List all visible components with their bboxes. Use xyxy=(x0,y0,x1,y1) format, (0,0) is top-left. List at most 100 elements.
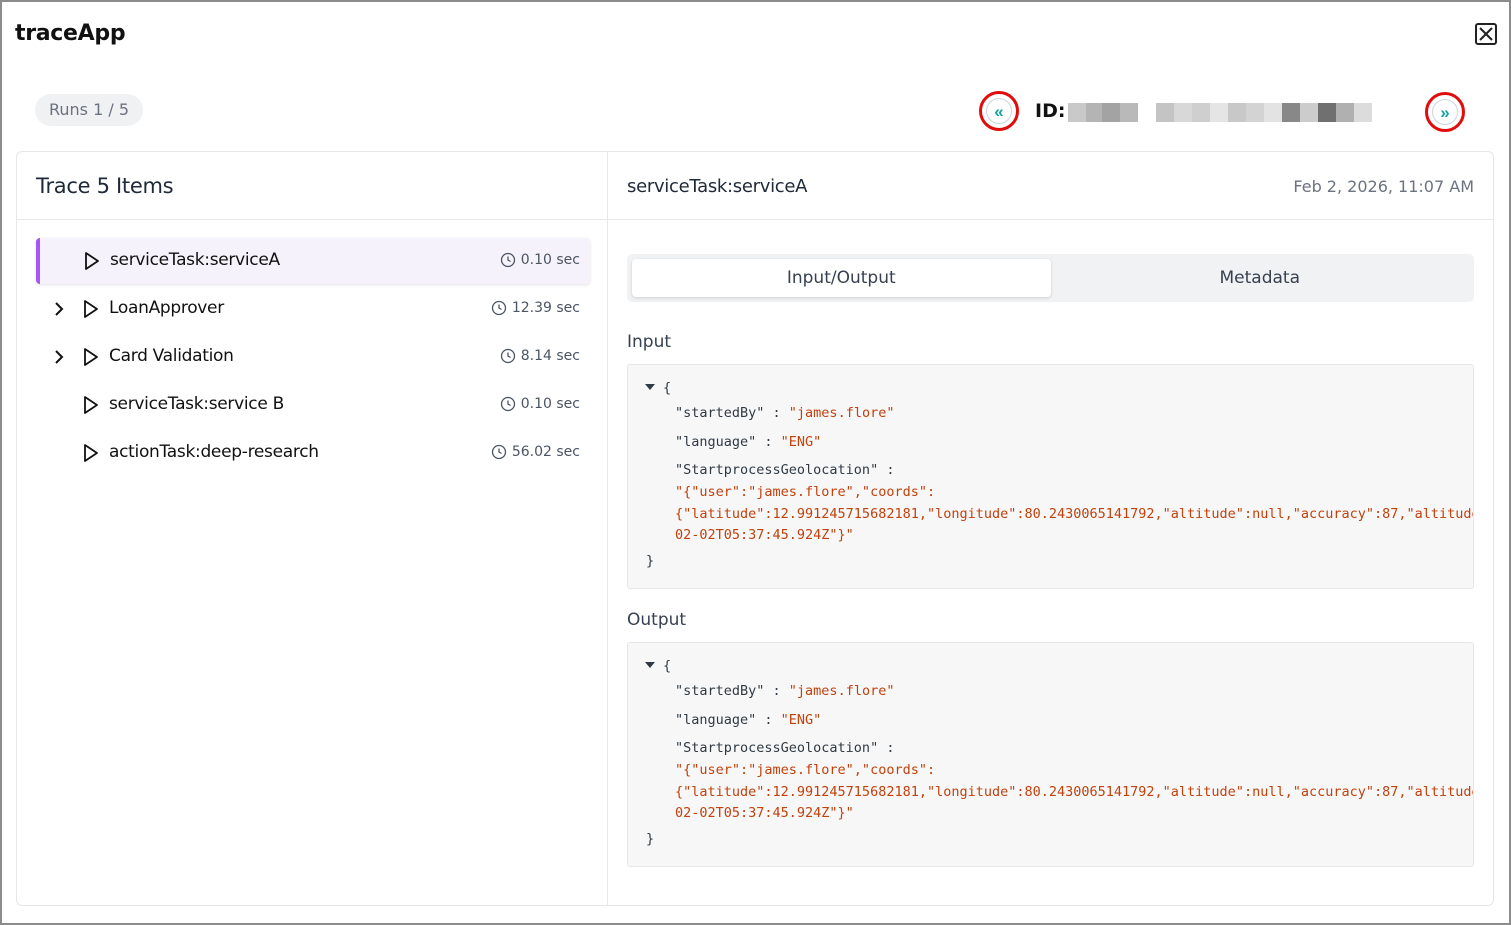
detail-pane: serviceTask:serviceA Feb 2, 2026, 11:07 … xyxy=(608,152,1493,905)
trace-item-duration: 8.14 sec xyxy=(500,348,580,364)
redaction-block xyxy=(1228,103,1246,122)
duration-text: 8.14 sec xyxy=(520,348,580,364)
json-key: "startedBy" xyxy=(675,683,765,699)
chevron-right-icon[interactable] xyxy=(52,300,66,318)
json-value: "james.flore" xyxy=(788,683,895,699)
clock-icon xyxy=(500,348,516,364)
redaction-block xyxy=(1192,103,1210,122)
trace-item[interactable]: LoanApprover 12.39 sec xyxy=(36,286,590,332)
tab-metadata[interactable]: Metadata xyxy=(1051,259,1470,297)
clock-icon xyxy=(500,396,516,412)
json-entry: "language" : "ENG" xyxy=(675,434,821,450)
trace-panel: Trace 5 Items serviceTask:serviceA 0.10 s… xyxy=(16,151,1494,906)
trace-dialog: traceApp Runs 1 / 5 « ID: » Trace 5 Item… xyxy=(0,0,1511,925)
output-section-label: Output xyxy=(627,610,687,630)
json-geolocation-value-line: {"latitude":12.991245715682181,"longitud… xyxy=(675,784,1474,800)
json-value: "ENG" xyxy=(780,712,822,728)
detail-title: serviceTask:serviceA xyxy=(627,176,808,197)
json-entry: "StartprocessGeolocation" : xyxy=(675,462,894,478)
json-geolocation-value-line: "{"user":"james.flore","coords": xyxy=(675,484,936,500)
detail-tabs: Input/Output Metadata xyxy=(627,254,1474,302)
trace-items-title: Trace 5 Items xyxy=(36,173,174,198)
json-separator: : xyxy=(878,462,895,478)
json-entry: "startedBy" : "james.flore" xyxy=(675,405,894,421)
redaction-block xyxy=(1068,103,1086,122)
trace-list: serviceTask:serviceA 0.10 sec LoanApprover… xyxy=(36,238,590,478)
input-json-viewer: {"startedBy" : "james.flore" "language" :… xyxy=(627,364,1474,589)
clock-icon xyxy=(491,444,507,460)
json-geolocation-value-line: {"latitude":12.991245715682181,"longitud… xyxy=(675,506,1474,522)
redaction-block xyxy=(1210,103,1228,122)
close-icon xyxy=(1479,27,1493,41)
input-section-label: Input xyxy=(627,332,672,352)
redaction-block xyxy=(1354,103,1372,122)
trace-item-label: LoanApprover xyxy=(109,298,224,318)
json-open-brace: { xyxy=(663,658,672,674)
json-key: "startedBy" xyxy=(675,405,765,421)
json-separator: : xyxy=(764,405,789,421)
close-button[interactable] xyxy=(1475,23,1497,45)
redaction-block xyxy=(1300,103,1318,122)
json-close-brace: } xyxy=(646,831,655,847)
play-icon xyxy=(83,347,99,367)
json-value: "james.flore" xyxy=(788,405,895,421)
redaction-block xyxy=(1086,103,1102,122)
json-key: "language" xyxy=(675,712,757,728)
json-key: "language" xyxy=(675,434,757,450)
duration-text: 0.10 sec xyxy=(520,252,580,268)
json-key: "StartprocessGeolocation" xyxy=(675,740,879,756)
json-separator: : xyxy=(756,434,781,450)
redaction-block xyxy=(1174,103,1192,122)
clock-icon xyxy=(491,300,507,316)
tab-input-output[interactable]: Input/Output xyxy=(632,259,1051,297)
json-separator: : xyxy=(878,740,895,756)
play-icon xyxy=(83,299,99,319)
redaction-block xyxy=(1264,103,1282,122)
redaction-block xyxy=(1102,103,1120,122)
duration-text: 56.02 sec xyxy=(511,444,580,460)
collapse-toggle-icon[interactable] xyxy=(645,662,655,668)
json-separator: : xyxy=(764,683,789,699)
duration-text: 0.10 sec xyxy=(520,396,580,412)
trace-item-duration: 0.10 sec xyxy=(500,252,580,268)
redaction-block xyxy=(1246,103,1264,122)
chevron-right-icon[interactable] xyxy=(52,348,66,366)
trace-item[interactable]: serviceTask:service B 0.10 sec xyxy=(36,382,590,428)
trace-item[interactable]: serviceTask:serviceA 0.10 sec xyxy=(36,238,590,284)
previous-run-button[interactable]: « xyxy=(979,91,1019,131)
duration-text: 12.39 sec xyxy=(511,300,580,316)
redaction-block xyxy=(1138,103,1156,122)
json-geolocation-value-line: 02-02T05:37:45.924Z"}" xyxy=(675,527,854,543)
json-open-brace: { xyxy=(663,380,672,396)
redaction-block xyxy=(1120,103,1138,122)
trace-item-duration: 12.39 sec xyxy=(491,300,580,316)
json-separator: : xyxy=(756,712,781,728)
clock-icon xyxy=(500,252,516,268)
trace-list-header: Trace 5 Items xyxy=(17,152,607,220)
trace-list-pane: Trace 5 Items serviceTask:serviceA 0.10 s… xyxy=(17,152,608,905)
json-geolocation-value-line: 02-02T05:37:45.924Z"}" xyxy=(675,805,854,821)
play-icon xyxy=(83,395,99,415)
play-icon xyxy=(83,443,99,463)
detail-header: serviceTask:serviceA Feb 2, 2026, 11:07 … xyxy=(608,152,1493,220)
runs-counter: Runs 1 / 5 xyxy=(35,94,144,126)
next-run-button[interactable]: » xyxy=(1425,92,1465,132)
json-entry: "language" : "ENG" xyxy=(675,712,821,728)
play-icon xyxy=(84,251,100,271)
trace-item-label: actionTask:deep-research xyxy=(109,442,319,462)
chevrons-left-icon: « xyxy=(986,98,1012,124)
json-close-brace: } xyxy=(646,553,655,569)
redaction-block xyxy=(1336,103,1354,122)
collapse-toggle-icon[interactable] xyxy=(645,384,655,390)
json-value: "ENG" xyxy=(780,434,822,450)
redaction-block xyxy=(1282,103,1300,122)
json-key: "StartprocessGeolocation" xyxy=(675,462,879,478)
trace-item-label: serviceTask:service B xyxy=(109,394,284,414)
run-id-label: ID: xyxy=(1035,100,1066,122)
json-entry: "StartprocessGeolocation" : xyxy=(675,740,894,756)
app-title: traceApp xyxy=(15,21,126,46)
trace-item[interactable]: actionTask:deep-research 56.02 sec xyxy=(36,430,590,476)
trace-item-duration: 0.10 sec xyxy=(500,396,580,412)
trace-item[interactable]: Card Validation 8.14 sec xyxy=(36,334,590,380)
json-geolocation-value-line: "{"user":"james.flore","coords": xyxy=(675,762,936,778)
